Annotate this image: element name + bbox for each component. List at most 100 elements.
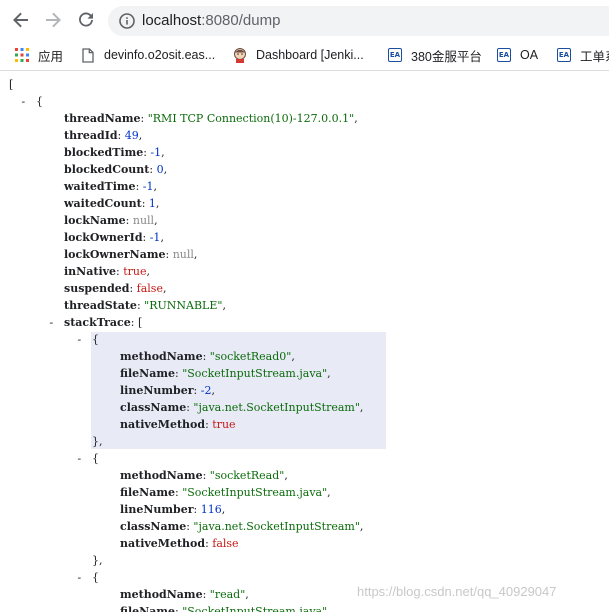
- json-property: lineNumber: 116,: [120, 501, 225, 518]
- colon: :: [193, 384, 201, 397]
- json-value: null: [132, 214, 155, 227]
- comma: ,: [354, 112, 358, 125]
- comma: ,: [359, 401, 364, 414]
- json-value: 1: [148, 197, 156, 210]
- bracket: {: [92, 452, 99, 465]
- comma: ,: [160, 231, 164, 244]
- bookmark-label: devinfo.o2osit.eas...: [104, 48, 216, 62]
- json-value: "socketRead": [209, 469, 285, 482]
- colon: :: [140, 112, 148, 125]
- bracket: [: [9, 78, 14, 91]
- json-key: lockOwnerId: [64, 231, 143, 244]
- bracket: [: [137, 316, 143, 329]
- json-property: nativeMethod: false: [120, 535, 239, 552]
- forward-button[interactable]: [43, 10, 63, 30]
- bracket: },: [92, 435, 103, 448]
- json-value: "SocketInputStream.java": [182, 605, 328, 612]
- comma: ,: [359, 520, 364, 533]
- url-text[interactable]: localhost:8080/dump: [142, 12, 280, 29]
- json-property: threadState: "RUNNABLE",: [64, 297, 226, 314]
- collapse-toggle[interactable]: -: [48, 314, 55, 331]
- json-property: stackTrace: [: [64, 314, 142, 331]
- json-property: waitedTime: -1,: [64, 178, 157, 195]
- json-property: methodName: "socketRead",: [120, 467, 288, 484]
- comma: ,: [163, 163, 168, 176]
- collapse-toggle[interactable]: -: [76, 450, 83, 467]
- json-key: methodName: [120, 350, 203, 363]
- bookmark-devinfo[interactable]: devinfo.o2osit.eas...: [80, 46, 215, 64]
- colon: :: [141, 197, 149, 210]
- bookmarks-bar: 应用 devinfo.o2osit.eas... Dashboard [Jenk…: [0, 40, 609, 71]
- comma: ,: [327, 605, 331, 612]
- json-value: -2: [200, 384, 212, 397]
- json-value: "RMI TCP Connection(10)-127.0.0.1": [147, 112, 355, 125]
- json-property: lockOwnerName: null,: [64, 246, 197, 263]
- json-key: methodName: [120, 469, 203, 482]
- colon: :: [149, 163, 157, 176]
- address-bar[interactable]: localhost:8080/dump: [108, 6, 609, 36]
- comma: ,: [146, 265, 151, 278]
- bookmark-ticket-system[interactable]: EA 工单系: [556, 46, 609, 64]
- json-key: blockedCount: [64, 163, 150, 176]
- json-key: waitedTime: [64, 180, 136, 193]
- back-button[interactable]: [11, 10, 31, 30]
- bookmark-label: 380金服平台: [411, 49, 482, 64]
- json-key: fileName: [120, 486, 175, 499]
- json-key: lockName: [64, 214, 126, 227]
- json-property: suspended: false,: [64, 280, 166, 297]
- bracket: {: [92, 333, 99, 346]
- collapse-toggle[interactable]: -: [76, 569, 83, 586]
- json-property: lockOwnerId: -1,: [64, 229, 164, 246]
- json-property: fileName: "SocketInputStream.java",: [120, 603, 331, 612]
- bookmark-apps[interactable]: 应用: [14, 46, 63, 64]
- jenkins-icon: [232, 47, 248, 63]
- browser-toolbar: localhost:8080/dump: [0, 0, 609, 40]
- url-port-path: :8080/dump: [201, 12, 281, 29]
- bookmark-jenkins[interactable]: Dashboard [Jenki...: [232, 46, 364, 64]
- comma: ,: [327, 486, 331, 499]
- comma: ,: [154, 214, 158, 227]
- json-property: waitedCount: 1,: [64, 195, 159, 212]
- url-host: localhost: [142, 12, 202, 29]
- reload-button[interactable]: [76, 10, 96, 30]
- frame-open: {: [92, 569, 99, 586]
- colon: :: [142, 231, 150, 244]
- json-key: className: [120, 520, 187, 533]
- bracket: {: [92, 571, 99, 584]
- comma: ,: [161, 146, 165, 159]
- json-value: true: [212, 418, 236, 431]
- json-property: threadName: "RMI TCP Connection(10)-127.…: [64, 110, 358, 127]
- colon: :: [135, 180, 143, 193]
- json-key: blockedTime: [64, 146, 144, 159]
- comma: ,: [222, 299, 226, 312]
- bracket: },: [92, 554, 103, 567]
- json-property: blockedCount: 0,: [64, 161, 167, 178]
- collapse-toggle[interactable]: -: [20, 93, 27, 110]
- bracket: {: [36, 95, 43, 108]
- bookmark-label: 应用: [38, 49, 64, 64]
- colon: :: [202, 588, 210, 601]
- json-key: lineNumber: [120, 503, 194, 516]
- array-open: [: [9, 76, 13, 93]
- json-value: -1: [149, 231, 161, 244]
- colon: :: [125, 214, 133, 227]
- collapse-toggle[interactable]: -: [76, 331, 83, 348]
- bookmark-380-jinfu[interactable]: EA 380金服平台: [387, 46, 482, 64]
- json-value: 49: [124, 129, 139, 142]
- colon: :: [130, 316, 138, 329]
- json-value: false: [212, 537, 239, 550]
- colon: :: [117, 129, 125, 142]
- bookmark-label: OA: [520, 48, 539, 62]
- info-icon[interactable]: [119, 13, 135, 33]
- comma: ,: [138, 129, 143, 142]
- json-property: inNative: true,: [64, 263, 150, 280]
- frame-close: },: [92, 552, 103, 569]
- json-value: false: [136, 282, 163, 295]
- json-value: "java.net.SocketInputStream": [193, 401, 360, 414]
- comma: ,: [155, 197, 160, 210]
- json-key: fileName: [120, 367, 175, 380]
- json-value: -1: [150, 146, 162, 159]
- bookmark-oa[interactable]: EA OA: [496, 46, 538, 64]
- comma: ,: [221, 503, 226, 516]
- apps-grid-icon: [14, 47, 30, 63]
